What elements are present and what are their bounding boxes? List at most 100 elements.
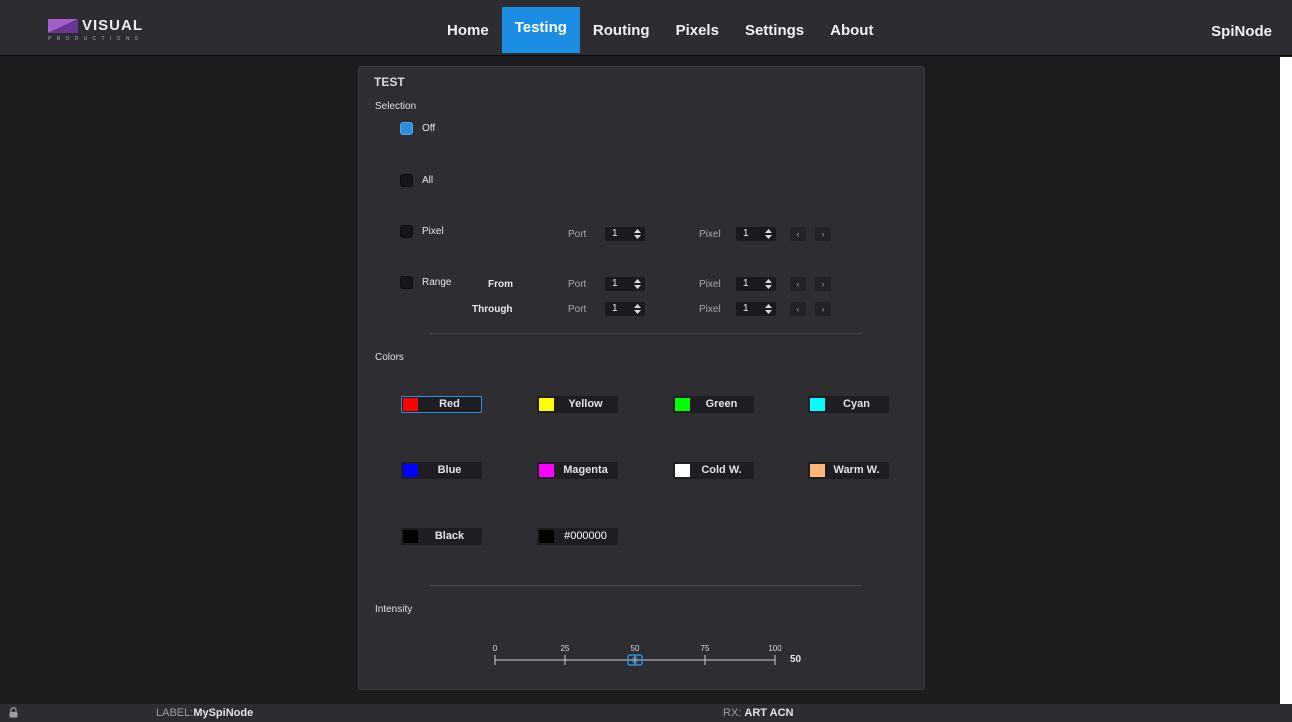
pixel-port-stepper[interactable]: 1 [605, 227, 645, 241]
scrollbar[interactable] [1280, 57, 1292, 704]
color-swatch [403, 398, 418, 411]
color-swatch [539, 398, 554, 411]
range-from-prev-button[interactable]: ‹ [790, 277, 806, 291]
color-magenta-button[interactable]: Magenta [537, 462, 618, 479]
nav-routing[interactable]: Routing [580, 7, 663, 53]
range-through-port-label: Port [568, 304, 587, 315]
color-black-button[interactable]: Black [401, 528, 482, 545]
brand-tagline: PRODUCTIONS [48, 36, 144, 42]
rx-status: RX: ART ACN [723, 707, 794, 719]
color-label: Blue [437, 464, 462, 476]
pixel-next-button[interactable]: › [815, 227, 831, 241]
color-label: Yellow [568, 398, 603, 410]
color-cyan-button[interactable]: Cyan [808, 396, 889, 413]
brand-logo[interactable]: VISUAL PRODUCTIONS [48, 17, 168, 43]
stepper-arrows-icon [634, 304, 641, 314]
color-label: Cyan [843, 398, 870, 410]
slider-tick-label: 0 [493, 644, 498, 653]
range-through-label: Through [472, 304, 513, 315]
stepper-arrows-icon [765, 279, 772, 289]
nav-pixels[interactable]: Pixels [663, 7, 732, 53]
range-through-prev-button[interactable]: ‹ [790, 302, 806, 316]
range-from-pixel-stepper[interactable]: 1 [736, 277, 776, 291]
slider-tick-label: 75 [701, 644, 710, 653]
slider-tick-label: 100 [768, 644, 782, 653]
option-off-label: Off [422, 123, 436, 134]
label-value: MySpiNode [193, 707, 254, 719]
brand-name: VISUAL [82, 17, 144, 34]
color-swatch [403, 530, 418, 543]
option-all-label: All [422, 175, 434, 186]
pixel-pixel-stepper[interactable]: 1 [736, 227, 776, 241]
color-swatch [810, 464, 825, 477]
nav-testing[interactable]: Testing [501, 7, 580, 53]
pixel-port-label: Port [568, 229, 587, 240]
custom-color-hex: #000000 [564, 530, 607, 542]
divider [429, 333, 862, 334]
range-from-port-label: Port [568, 279, 587, 290]
status-bar: LABEL:MySpiNode RX: ART ACN [0, 704, 1292, 722]
color-swatch [675, 398, 690, 411]
color-label: Cold W. [701, 464, 742, 476]
nav-settings[interactable]: Settings [732, 7, 817, 53]
stepper-value: 1 [743, 228, 749, 239]
color-swatch [675, 464, 690, 477]
app-window: VISUAL PRODUCTIONS Home Testing Routing … [0, 0, 1292, 722]
stepper-value: 1 [612, 278, 618, 289]
lock-icon[interactable] [9, 707, 18, 718]
colors-label: Colors [375, 352, 404, 363]
color-green-button[interactable]: Green [673, 396, 754, 413]
color-warm-white-button[interactable]: Warm W. [808, 462, 889, 479]
custom-color-input[interactable]: #000000 [537, 528, 618, 545]
device-name: SpiNode [1211, 23, 1272, 40]
checkbox-range[interactable] [400, 276, 413, 289]
range-from-pixel-label: Pixel [699, 279, 721, 290]
checkbox-off[interactable] [400, 122, 413, 135]
main-nav: Home Testing Routing Pixels Settings Abo… [434, 7, 886, 53]
range-through-pixel-stepper[interactable]: 1 [736, 302, 776, 316]
checkbox-all[interactable] [400, 174, 413, 187]
stepper-arrows-icon [765, 304, 772, 314]
color-swatch [810, 398, 825, 411]
pixel-prev-button[interactable]: ‹ [790, 227, 806, 241]
intensity-value: 50 [790, 654, 802, 665]
range-through-pixel-label: Pixel [699, 304, 721, 315]
color-label: Green [705, 398, 738, 410]
label-prefix: LABEL: [156, 707, 194, 719]
color-red-button[interactable]: Red [401, 396, 482, 413]
intensity-slider[interactable]: 0 25 50 75 100 [359, 627, 924, 677]
top-bar: VISUAL PRODUCTIONS Home Testing Routing … [0, 0, 1292, 56]
color-blue-button[interactable]: Blue [401, 462, 482, 479]
divider [429, 585, 862, 586]
stepper-value: 1 [743, 303, 749, 314]
stepper-value: 1 [743, 278, 749, 289]
option-range-label: Range [422, 277, 452, 288]
stepper-value: 1 [612, 228, 618, 239]
nav-home[interactable]: Home [434, 7, 502, 53]
nav-about[interactable]: About [817, 7, 886, 53]
range-from-next-button[interactable]: › [815, 277, 831, 291]
color-label: Magenta [563, 464, 608, 476]
color-yellow-button[interactable]: Yellow [537, 396, 618, 413]
color-swatch [403, 464, 418, 477]
range-through-port-stepper[interactable]: 1 [605, 302, 645, 316]
color-cold-white-button[interactable]: Cold W. [673, 462, 754, 479]
option-pixel-label: Pixel [422, 226, 444, 237]
range-through-next-button[interactable]: › [815, 302, 831, 316]
intensity-label: Intensity [375, 604, 413, 615]
slider-tick-label: 50 [631, 644, 640, 653]
pixel-pixel-label: Pixel [699, 229, 721, 240]
color-label: Warm W. [833, 464, 880, 476]
device-label: LABEL:MySpiNode [156, 707, 253, 719]
stepper-arrows-icon [634, 229, 641, 239]
stepper-value: 1 [612, 303, 618, 314]
test-panel: TEST Selection Off All Pixel Port 1 Pixe… [358, 66, 925, 690]
panel-title: TEST [374, 75, 405, 89]
custom-color-swatch [539, 530, 554, 543]
range-from-port-stepper[interactable]: 1 [605, 277, 645, 291]
slider-tick-label: 25 [561, 644, 570, 653]
brand-mark-icon [48, 19, 78, 33]
range-from-label: From [488, 279, 513, 290]
rx-value: ART ACN [744, 707, 794, 719]
checkbox-pixel[interactable] [400, 225, 413, 238]
